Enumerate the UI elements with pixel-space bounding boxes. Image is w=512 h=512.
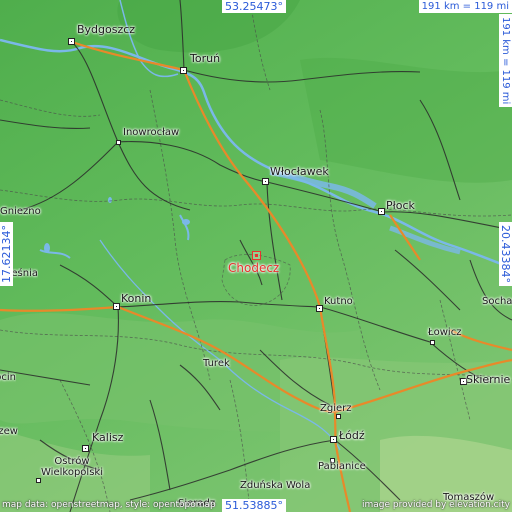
city-marker-kalisz — [82, 445, 89, 452]
city-marker-wloclawek — [262, 178, 269, 185]
city-marker-lowicz — [430, 340, 435, 345]
target-label[interactable]: Chodecz — [228, 262, 279, 275]
coord-left-longitude: 17.62134° — [0, 222, 13, 286]
city-marker-konin — [113, 303, 120, 310]
city-label-plock: Płock — [386, 199, 415, 212]
city-label-zgierz: Zgierz — [320, 403, 352, 414]
map-view[interactable]: Bydgoszcz Toruń Inowrocław Włocławek Pło… — [0, 0, 512, 512]
target-marker[interactable] — [252, 251, 261, 260]
city-label-torun: Toruń — [190, 52, 221, 65]
city-label-kutno: Kutno — [324, 296, 353, 307]
city-label-lodz: Łódź — [339, 429, 365, 442]
city-label-ostrow: Ostrów Wielkopolski — [41, 456, 103, 478]
coord-right-longitude: 20.43384° — [499, 222, 512, 286]
city-marker-zgierz — [336, 414, 341, 419]
city-label-lowicz: Łowicz — [428, 327, 462, 338]
city-label-skierniewice: Skiernie — [466, 373, 511, 386]
city-label-pleszew: Pleszew — [0, 426, 18, 437]
image-credit: image provided by elevation.city — [362, 500, 510, 510]
city-marker-bydgoszcz — [68, 38, 75, 45]
city-marker-kutno — [316, 305, 323, 312]
city-marker-ostrow — [36, 478, 41, 483]
city-label-konin: Konin — [121, 292, 152, 305]
map-credit: map data: openstreetmap, style: opentopo… — [2, 500, 216, 510]
city-label-gniezno: Gniezno — [0, 206, 41, 217]
city-marker-plock — [378, 208, 385, 215]
city-label-sochaczew: Sochac — [482, 296, 512, 307]
city-label-pabianice: Pabianice — [318, 461, 366, 472]
city-label-jarocin: Jarocin — [0, 372, 16, 383]
city-marker-torun — [180, 67, 187, 74]
city-label-kalisz: Kalisz — [92, 431, 124, 444]
city-label-bydgoszcz: Bydgoszcz — [77, 23, 136, 36]
city-marker-lodz — [330, 436, 337, 443]
city-label-zdunska-wola: Zduńska Wola — [240, 480, 311, 491]
coord-top-latitude: 53.25473° — [222, 0, 286, 13]
coord-bottom-latitude: 51.53885° — [222, 499, 286, 512]
city-marker-inowroclaw — [116, 140, 121, 145]
scale-vertical: 191 km = 119 mi — [499, 14, 512, 108]
city-label-wloclawek: Włocławek — [270, 165, 329, 178]
scale-horizontal: 191 km = 119 mi — [418, 0, 512, 13]
city-label-inowroclaw: Inowrocław — [123, 127, 180, 138]
city-label-turek: Turek — [203, 358, 230, 369]
